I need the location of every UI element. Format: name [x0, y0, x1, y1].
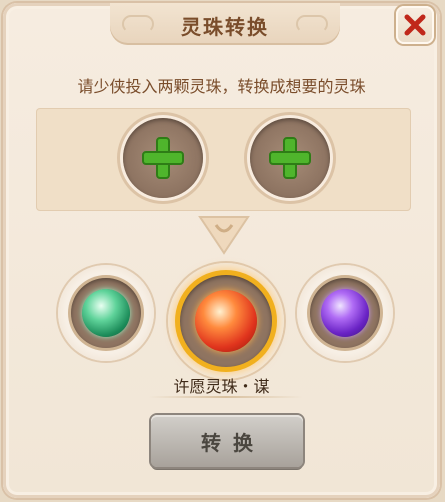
orb-option-red-selected[interactable] [168, 263, 284, 379]
selected-orb-name: 许愿灵珠・谋 [173, 377, 270, 396]
convert-button[interactable]: 转换 [151, 415, 303, 467]
input-slot-area [36, 108, 411, 211]
orb-option-green[interactable] [58, 265, 154, 361]
orb-option-purple[interactable] [297, 265, 393, 361]
dialog-panel: 灵珠转换 请少侠投入两颗灵珠，转换成想要的灵珠 许愿灵珠・谋 转换 [3, 3, 440, 498]
close-button[interactable] [396, 6, 434, 44]
red-orb-icon [195, 290, 257, 352]
instruction-text: 请少侠投入两颗灵珠，转换成想要的灵珠 [77, 77, 366, 96]
close-x-icon [404, 14, 426, 36]
input-slot-2[interactable] [250, 118, 330, 198]
plus-icon [142, 137, 184, 179]
purple-orb-icon [321, 289, 369, 337]
orb-socket [71, 278, 141, 348]
orb-socket [180, 275, 272, 367]
dialog-title: 灵珠转换 [181, 15, 269, 39]
divider [148, 396, 303, 398]
input-slot-1[interactable] [123, 118, 203, 198]
plus-icon [269, 137, 311, 179]
title-plate: 灵珠转换 [110, 3, 340, 45]
green-orb-icon [82, 289, 130, 337]
down-arrow-icon [198, 216, 250, 255]
orb-socket [310, 278, 380, 348]
